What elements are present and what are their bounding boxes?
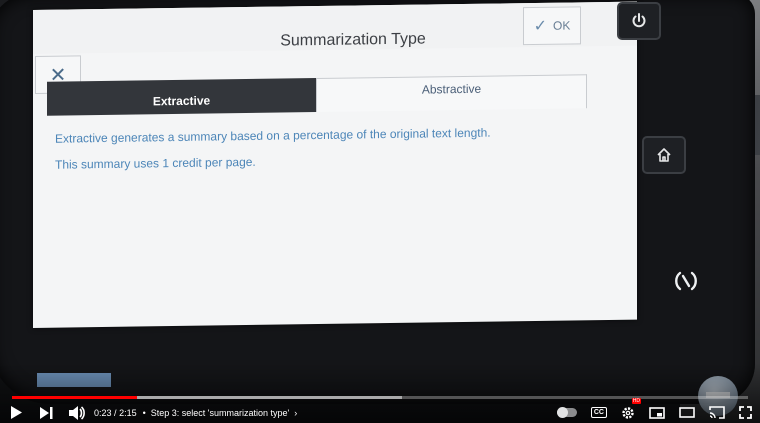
time-separator: /: [114, 407, 117, 418]
settings-button[interactable]: HD: [621, 398, 641, 423]
chevron-right-icon: ›: [294, 407, 298, 418]
current-time: 0:23: [94, 407, 112, 418]
video-player[interactable]: Summarization Type ✕ ✓ OK Extractive Abs…: [0, 0, 760, 423]
home-button[interactable]: [642, 136, 686, 174]
tab-bar: Extractive Abstractive: [47, 74, 587, 116]
tab-abstractive[interactable]: Abstractive: [316, 74, 587, 113]
play-button[interactable]: [8, 402, 24, 423]
tab-label: Abstractive: [421, 81, 482, 97]
tab-extractive[interactable]: Extractive: [47, 78, 316, 116]
play-icon: [11, 406, 22, 419]
captions-button[interactable]: CC: [590, 402, 607, 423]
description-line: Extractive generates a summary based on …: [55, 125, 491, 146]
miniplayer-button[interactable]: [649, 402, 665, 423]
home-icon: [657, 148, 671, 162]
nfc-icon: [670, 266, 702, 296]
theater-icon: [679, 407, 695, 418]
right-controls: CC HD: [556, 398, 752, 423]
fullscreen-icon: [739, 406, 752, 419]
miniplayer-icon: [649, 406, 665, 419]
gear-icon: [622, 406, 634, 419]
next-button[interactable]: [38, 402, 54, 423]
power-icon: [632, 13, 646, 28]
next-icon: [39, 406, 52, 419]
theater-mode-button[interactable]: [679, 402, 695, 423]
duration: 2:15: [119, 407, 137, 418]
cc-icon: CC: [590, 407, 607, 418]
volume-icon: [69, 405, 85, 420]
cast-button[interactable]: [709, 402, 725, 423]
page-title: Summarization Type: [280, 30, 426, 50]
description: Extractive generates a summary based on …: [55, 122, 615, 182]
autoplay-switch-icon: [556, 407, 577, 418]
ok-label: OK: [553, 18, 571, 33]
chapter-label: Step 3: select 'summarization type': [150, 407, 290, 418]
player-controls: 0:23 / 2:15 • Step 3: select 'summarizat…: [0, 398, 760, 423]
power-button[interactable]: [617, 2, 661, 40]
volume-button[interactable]: [68, 402, 86, 423]
chapter-title[interactable]: • Step 3: select 'summarization type' ›: [143, 408, 298, 418]
hd-badge: HD: [631, 398, 641, 404]
progress-played: [12, 396, 138, 399]
check-icon: ✓: [533, 17, 548, 36]
tab-label: Extractive: [152, 93, 211, 109]
description-line: This summary uses 1 credit per page.: [55, 154, 256, 172]
autoplay-toggle[interactable]: [556, 402, 577, 423]
cast-icon: [709, 406, 725, 419]
time-display: 0:23 / 2:15: [94, 408, 137, 418]
device-screen: Summarization Type ✕ ✓ OK Extractive Abs…: [33, 1, 637, 329]
fullscreen-button[interactable]: [739, 402, 752, 423]
ok-button[interactable]: ✓ OK: [523, 6, 581, 46]
